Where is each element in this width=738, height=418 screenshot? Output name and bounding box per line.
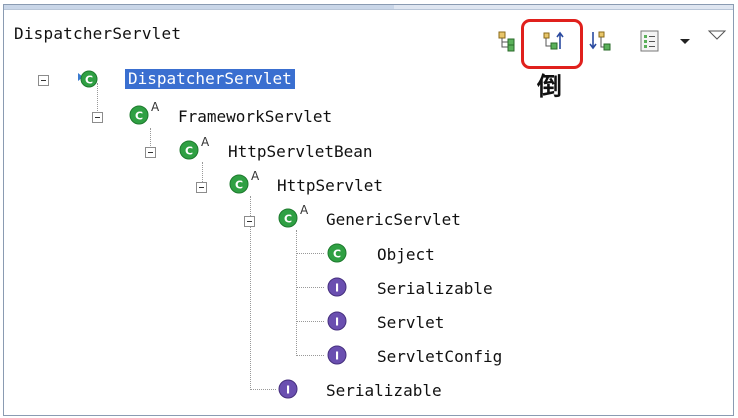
abstract-class-icon: C	[128, 104, 150, 126]
interface-icon: I	[326, 344, 348, 366]
tree-connector	[296, 287, 324, 288]
svg-text:C: C	[284, 213, 292, 226]
tree-connector	[296, 230, 297, 356]
abstract-class-icon: C	[178, 139, 200, 161]
svg-text:I: I	[335, 316, 339, 329]
collapse-toggle[interactable]	[244, 216, 255, 227]
collapse-toggle[interactable]	[145, 147, 156, 158]
interface-icon: I	[326, 310, 348, 332]
svg-text:I: I	[286, 384, 290, 397]
type-hierarchy-view: DispatcherServlet 倒 C DispatcherServlet …	[3, 4, 734, 416]
tree-connector	[296, 355, 324, 356]
collapse-toggle[interactable]	[196, 182, 207, 193]
tree-connector	[250, 389, 276, 390]
tree-node-label[interactable]: HttpServletBean	[228, 142, 373, 162]
tree-node-label[interactable]: Object	[377, 245, 435, 265]
tree-node-label[interactable]: HttpServlet	[277, 176, 383, 196]
svg-text:I: I	[335, 350, 339, 363]
tree-node-label[interactable]: Serializable	[326, 381, 442, 401]
tree-node-label[interactable]: FrameworkServlet	[178, 107, 332, 127]
tree-node-label[interactable]: ServletConfig	[377, 347, 502, 367]
svg-text:C: C	[333, 248, 341, 261]
interface-icon: I	[277, 378, 299, 400]
svg-text:C: C	[135, 110, 143, 123]
class-icon: C	[326, 242, 348, 264]
tree-node-label[interactable]: GenericServlet	[326, 210, 461, 230]
abstract-badge: A	[201, 135, 210, 149]
collapse-toggle[interactable]	[92, 112, 103, 123]
svg-text:I: I	[335, 282, 339, 295]
tree-connector	[296, 321, 324, 322]
svg-text:C: C	[235, 179, 243, 192]
abstract-badge: A	[251, 169, 260, 183]
abstract-badge: A	[151, 100, 160, 114]
tree-connector	[150, 128, 151, 148]
tree-node-label[interactable]: Serializable	[377, 279, 493, 299]
class-focus-icon: C	[76, 69, 98, 91]
hierarchy-tree[interactable]: C DispatcherServlet C A FrameworkServlet…	[4, 5, 733, 415]
svg-text:C: C	[85, 74, 93, 87]
abstract-class-icon: C	[277, 207, 299, 229]
svg-text:C: C	[185, 145, 193, 158]
abstract-badge: A	[300, 203, 309, 217]
tree-connector	[296, 253, 324, 254]
tree-node-label[interactable]: DispatcherServlet	[125, 69, 295, 89]
collapse-toggle[interactable]	[38, 75, 49, 86]
interface-icon: I	[326, 276, 348, 298]
tree-node-label[interactable]: Servlet	[377, 313, 444, 333]
abstract-class-icon: C	[228, 173, 250, 195]
tree-connector	[202, 162, 203, 182]
